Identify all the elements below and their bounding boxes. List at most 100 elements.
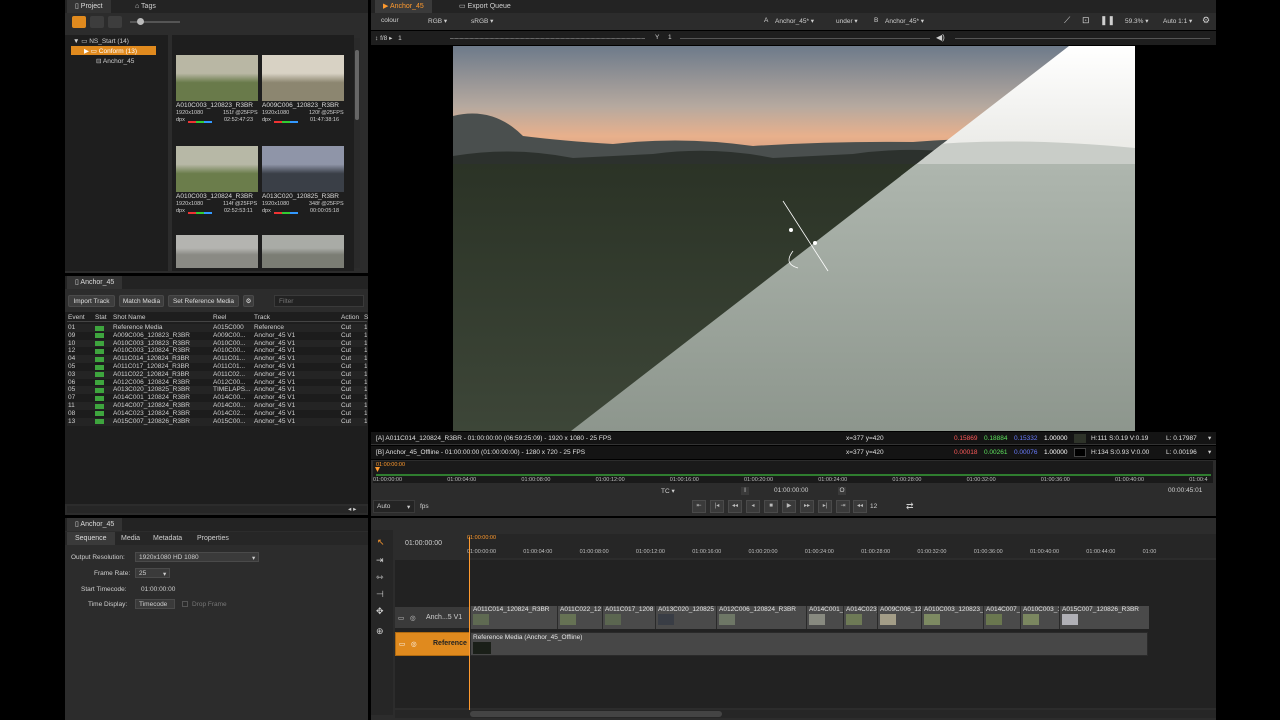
col-track[interactable]: Track bbox=[254, 314, 270, 321]
go-to-end-button[interactable]: ⇥ bbox=[836, 500, 850, 513]
timeline-clip[interactable]: A011C022_12 bbox=[557, 606, 602, 629]
y-slider[interactable] bbox=[680, 38, 930, 39]
track-v1-eye-icon[interactable]: ◎ bbox=[410, 614, 416, 622]
tree-item[interactable]: ⊟ Anchor_45 bbox=[96, 57, 134, 65]
crop-icon[interactable]: ⊡ bbox=[1082, 15, 1090, 26]
events-hscroll[interactable] bbox=[67, 506, 367, 513]
volume-icon[interactable]: ◀) bbox=[936, 33, 945, 42]
media-thumbnail[interactable] bbox=[262, 235, 344, 268]
slip-tool-icon[interactable]: ⊣ bbox=[376, 589, 384, 600]
tree-root[interactable]: ▼ ▭ NS_Start (14) bbox=[73, 37, 129, 45]
drop-frame-checkbox[interactable] bbox=[182, 601, 188, 607]
filter-input[interactable] bbox=[274, 295, 364, 307]
track-v1-header[interactable]: ▭ ◎ Anch...5 V1 bbox=[395, 607, 470, 629]
table-row[interactable]: 10 A010C003_120823_R3BR A010C00... Anchor_4… bbox=[67, 339, 367, 348]
exposure-slider[interactable] bbox=[450, 38, 645, 39]
table-row[interactable]: 05 A013C020_120825_R3BR TIMELAPS... Anchor_… bbox=[67, 386, 367, 395]
table-row[interactable]: 07 A014C001_120824_R3BR A014C00... Anchor_4… bbox=[67, 394, 367, 403]
volume-slider[interactable] bbox=[955, 38, 1210, 39]
pause-icon[interactable]: ❚❚ bbox=[1100, 15, 1115, 26]
timeline-timecode[interactable]: 01:00:00:00 bbox=[405, 540, 442, 547]
settings-gear-icon[interactable]: ⚙ bbox=[1202, 15, 1210, 26]
col-s[interactable]: S bbox=[364, 314, 368, 321]
fps-select[interactable]: Auto ▾ bbox=[373, 500, 415, 513]
play-button[interactable]: ▶ bbox=[782, 500, 796, 513]
wipe-tool-icon[interactable]: ⟋ bbox=[1064, 15, 1070, 26]
media-thumbnail[interactable] bbox=[176, 146, 258, 192]
go-to-start-button[interactable]: ⇤ bbox=[692, 500, 706, 513]
timeline-clip[interactable]: A014C007_ bbox=[983, 606, 1020, 629]
tab-export-queue[interactable]: ▭ Export Queue bbox=[451, 0, 519, 13]
media-thumbnail[interactable] bbox=[262, 55, 344, 101]
stop-button[interactable]: ■ bbox=[764, 500, 778, 513]
mark-in-icon[interactable]: I bbox=[741, 487, 749, 495]
select-tool-icon[interactable]: ↖ bbox=[377, 537, 385, 548]
step-back-button[interactable]: ◂◂ bbox=[728, 500, 742, 513]
table-row[interactable]: 06 A012C006_120824_R3BR A012C00... Anchor_4… bbox=[67, 378, 367, 387]
srgb-select[interactable]: sRGB ▾ bbox=[471, 17, 493, 25]
timeline-clip[interactable]: A014C023_ bbox=[843, 606, 877, 629]
view-list-button[interactable] bbox=[108, 16, 122, 28]
col-stat[interactable]: Stat bbox=[95, 314, 107, 321]
media-thumbnail[interactable] bbox=[176, 55, 258, 101]
ripple-tool-icon[interactable]: ⇥ bbox=[376, 555, 384, 566]
track-ref-header[interactable]: ▭ ◎ Reference bbox=[395, 632, 470, 656]
auto-fit-select[interactable]: Auto 1:1 ▾ bbox=[1163, 17, 1192, 25]
tab-project[interactable]: ▯ Project bbox=[67, 0, 111, 13]
col-event[interactable]: Event bbox=[68, 314, 85, 321]
step-forward-button[interactable]: ▸▸ bbox=[800, 500, 814, 513]
table-row[interactable]: 03 A011C022_120824_R3BR A011C02... Anchor_4… bbox=[67, 370, 367, 379]
zoom-tool-icon[interactable]: ⊕ bbox=[376, 626, 384, 637]
step-size-icon[interactable]: ◂◂ bbox=[853, 500, 867, 513]
timeline-clip[interactable]: A014C001_ bbox=[806, 606, 843, 629]
mark-out-icon[interactable]: O bbox=[838, 487, 846, 495]
subtab-properties[interactable]: Properties bbox=[189, 532, 237, 545]
subtab-media[interactable]: Media bbox=[113, 532, 148, 545]
step-size-value[interactable]: 12 bbox=[870, 503, 877, 510]
time-display-select[interactable]: Timecode bbox=[135, 599, 175, 609]
col-shot[interactable]: Shot Name bbox=[113, 314, 146, 321]
zoom-select[interactable]: 59.3% ▾ bbox=[1125, 17, 1149, 25]
timeline-clip[interactable]: A013C020_120825 bbox=[655, 606, 716, 629]
timeline-clip[interactable]: A010C003_1 bbox=[1020, 606, 1059, 629]
transport-timecode[interactable]: 01:00:00:00 bbox=[774, 487, 808, 494]
track-ref-eye-icon[interactable]: ◎ bbox=[411, 640, 417, 648]
table-row[interactable]: 12 A010C003_120824_R3BR A010C00... Anchor_4… bbox=[67, 347, 367, 356]
import-track-button[interactable]: Import Track bbox=[68, 295, 115, 307]
mini-ruler[interactable] bbox=[373, 461, 1213, 483]
col-action[interactable]: Action bbox=[341, 314, 359, 321]
table-row[interactable]: 11 A014C007_120824_R3BR A014C00... Anchor_4… bbox=[67, 402, 367, 410]
table-row[interactable]: 13 A015C007_120826_R3BR A015C00... Anchor_4… bbox=[67, 417, 367, 426]
frame-rate-select[interactable]: 25 ▾ bbox=[135, 568, 170, 578]
scroll-left-icon[interactable]: ◂ ▸ bbox=[348, 505, 356, 513]
track-select-tool-icon[interactable]: ✥ bbox=[376, 606, 384, 617]
col-reel[interactable]: Reel bbox=[213, 314, 226, 321]
previous-edit-button[interactable]: |◂ bbox=[710, 500, 724, 513]
track-ref-clip[interactable]: Reference Media (Anchor_45_Offline) bbox=[470, 632, 1148, 656]
track-v1-lock-icon[interactable]: ▭ bbox=[398, 614, 404, 622]
view-grid-button[interactable] bbox=[90, 16, 104, 28]
b-source-select[interactable]: Anchor_45* ▾ bbox=[885, 17, 924, 25]
media-thumbnail[interactable] bbox=[262, 146, 344, 192]
timeline-clip[interactable]: A015C007_120826_R3BR bbox=[1059, 606, 1149, 629]
table-row[interactable]: 01 Reference Media A015C000 Reference Cut 1 bbox=[67, 324, 367, 332]
tab-viewer-anchor[interactable]: ▶ Anchor_45 bbox=[375, 0, 432, 13]
timeline-playhead-line[interactable] bbox=[469, 537, 470, 715]
info-b-menu-icon[interactable]: ▾ bbox=[1208, 448, 1211, 456]
table-row[interactable]: 08 A014C023_120824_R3BR A014C02... Anchor_4… bbox=[67, 409, 367, 418]
a-source-select[interactable]: Anchor_45* ▾ bbox=[775, 17, 814, 25]
timeline-clip[interactable]: A010C003_120823_ bbox=[921, 606, 983, 629]
subtab-sequence[interactable]: Sequence bbox=[67, 532, 115, 545]
timeline-clip[interactable]: A009C006_12 bbox=[877, 606, 921, 629]
table-row[interactable]: 04 A011C014_120824_R3BR A011C01... Anchor_4… bbox=[67, 355, 367, 364]
media-thumbnail[interactable] bbox=[176, 235, 258, 268]
roll-tool-icon[interactable]: ⇿ bbox=[376, 572, 384, 583]
rgb-select[interactable]: RGB ▾ bbox=[428, 17, 447, 25]
start-timecode-value[interactable]: 01:00:00:00 bbox=[141, 586, 175, 593]
tab-events-anchor[interactable]: ▯ Anchor_45 bbox=[67, 276, 123, 289]
match-media-button[interactable]: Match Media bbox=[119, 295, 164, 307]
tab-tags[interactable]: ⌂ Tags bbox=[127, 0, 164, 13]
tc-mode-select[interactable]: TC ▾ bbox=[661, 487, 675, 495]
output-resolution-select[interactable]: 1920x1080 HD 1080 ▾ bbox=[135, 552, 259, 562]
compare-mode-select[interactable]: under ▾ bbox=[836, 17, 858, 25]
